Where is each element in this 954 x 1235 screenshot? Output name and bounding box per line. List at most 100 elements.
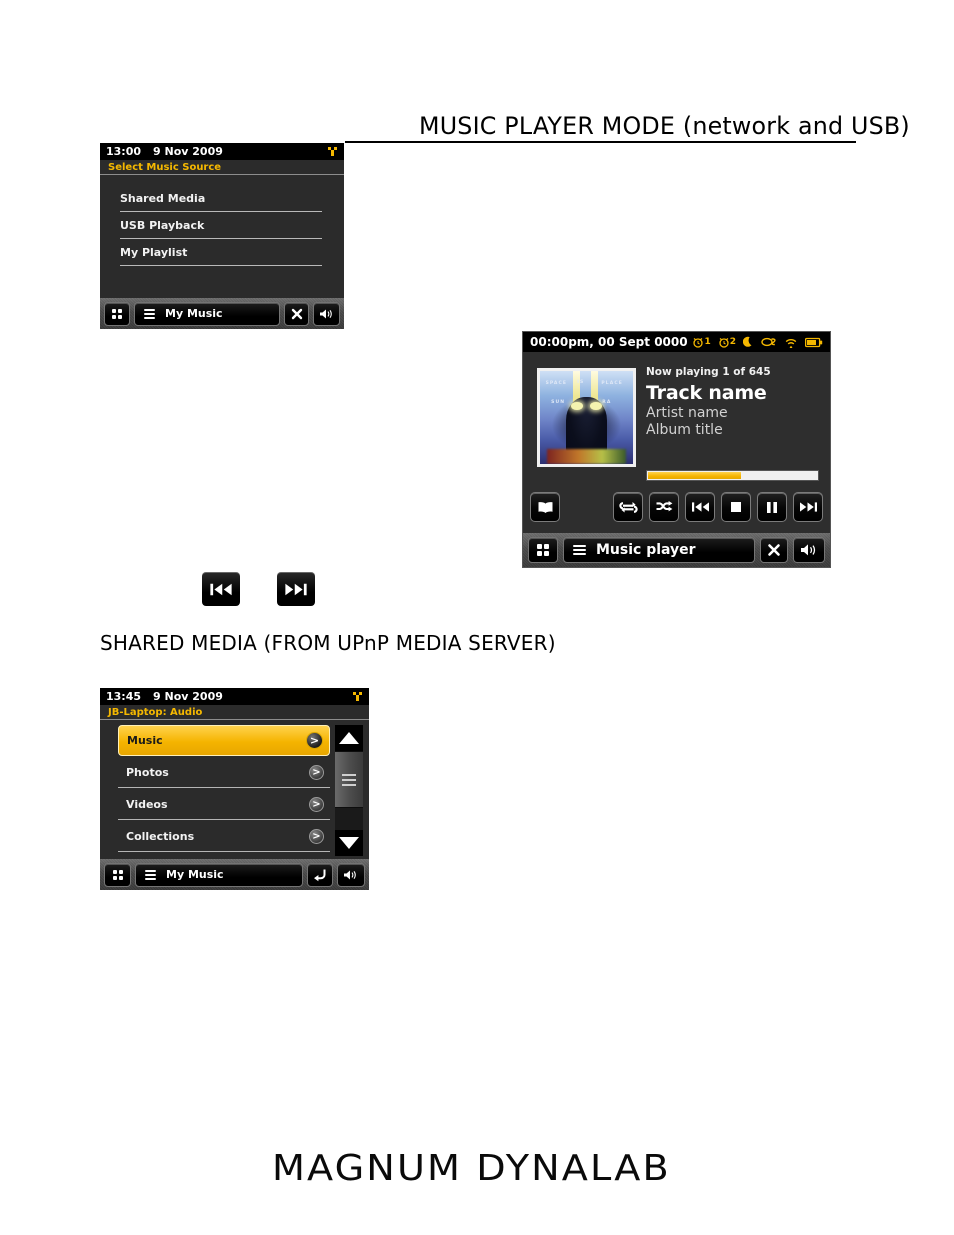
shared-media-screen: 13:45 9 Nov 2009 JB-Laptop: Audio Music … — [100, 688, 369, 890]
close-button[interactable] — [760, 537, 788, 563]
pause-button[interactable] — [757, 492, 787, 522]
list-item-collections[interactable]: Collections > — [118, 821, 330, 852]
list-item-label: Collections — [126, 830, 195, 843]
open-book-icon — [537, 501, 554, 514]
track-title: Track name — [646, 382, 767, 404]
status-icons — [327, 146, 338, 157]
browse-book-button[interactable] — [530, 492, 560, 522]
hamburger-menu-icon — [573, 545, 586, 555]
list-item-label: Shared Media — [120, 192, 206, 205]
toolbar-title-label: My Music — [166, 868, 224, 881]
list-item[interactable]: USB Playback — [120, 212, 322, 239]
row-divider — [120, 265, 322, 266]
list-item-videos[interactable]: Videos > — [118, 789, 330, 820]
snooze-icon — [761, 336, 777, 348]
artist-name: Artist name — [646, 405, 728, 421]
stop-button[interactable] — [721, 492, 751, 522]
toolbar-title-label: My Music — [165, 307, 223, 320]
skip-back-icon — [209, 582, 233, 597]
pause-icon — [766, 501, 778, 514]
home-grid-button[interactable] — [104, 301, 130, 326]
close-button[interactable] — [284, 301, 309, 326]
list-item-label: USB Playback — [120, 219, 205, 232]
album-art-text: SUN — [551, 399, 566, 405]
playback-progress-bar[interactable] — [646, 470, 819, 481]
previous-track-button[interactable] — [685, 492, 715, 522]
grid-four-dots-icon — [112, 869, 123, 880]
transport-controls — [523, 490, 830, 524]
status-time: 13:45 — [106, 690, 142, 703]
album-art-text: IS — [577, 380, 585, 386]
stop-square-icon — [730, 501, 742, 513]
toolbar-title-button[interactable]: Music player — [563, 537, 755, 563]
skip-back-icon — [691, 501, 710, 513]
section-title: SHARED MEDIA (FROM UPnP MEDIA SERVER) — [100, 631, 556, 655]
status-date: 9 Nov 2009 — [153, 145, 223, 158]
music-player-screen: 00:00pm, 00 Sept 0000 1 2 SPACE IS PLACE… — [522, 331, 831, 568]
row-divider — [118, 787, 330, 788]
grid-four-dots-icon — [537, 544, 549, 556]
scroll-up-button[interactable] — [335, 725, 363, 751]
chevron-right-icon: > — [309, 797, 324, 812]
track-info: Now playing 1 of 645 Track name Artist n… — [646, 366, 818, 438]
scroll-up-arrow-icon — [339, 732, 359, 744]
toolbar-title-button[interactable]: My Music — [135, 862, 303, 887]
list-item[interactable]: Shared Media — [120, 185, 322, 212]
toolbar-title-button[interactable]: My Music — [134, 301, 280, 326]
scroll-track[interactable] — [335, 808, 363, 830]
status-icons: 1 2 — [692, 336, 823, 348]
list-item-photos[interactable]: Photos > — [118, 757, 330, 788]
list-item-label: Music — [127, 734, 163, 747]
next-track-button[interactable] — [793, 492, 823, 522]
next-track-button[interactable] — [277, 572, 315, 606]
hamburger-menu-icon — [144, 308, 155, 319]
list-item-music[interactable]: Music > — [118, 725, 330, 756]
bottom-toolbar: My Music — [100, 859, 369, 890]
list-item[interactable]: My Playlist — [120, 239, 322, 266]
status-bar: 13:00 9 Nov 2009 — [100, 143, 344, 160]
album-art-text: SPACE — [545, 381, 568, 387]
shuffle-icon — [655, 500, 674, 514]
screen-title: Select Music Source — [100, 160, 344, 175]
repeat-icon — [618, 500, 638, 514]
speaker-volume-icon — [343, 869, 359, 881]
status-icons — [352, 691, 363, 702]
home-grid-button[interactable] — [528, 537, 558, 563]
progress-fill — [648, 472, 741, 479]
scroll-down-button[interactable] — [335, 830, 363, 856]
volume-button[interactable] — [313, 301, 340, 326]
chevron-right-icon: > — [306, 732, 323, 749]
sleep-moon-icon — [743, 336, 754, 348]
scroll-thumb[interactable] — [335, 752, 363, 807]
list-item-label: Photos — [126, 766, 169, 779]
speaker-volume-icon — [319, 308, 335, 320]
toolbar-title-label: Music player — [596, 542, 696, 558]
album-art-eye — [570, 401, 583, 411]
bottom-toolbar: My Music — [100, 298, 344, 329]
album-art-thumbnail[interactable]: SPACE IS PLACE SUN RA — [537, 368, 636, 467]
shared-media-list: Music > Photos > Videos > Collections > — [118, 725, 330, 856]
volume-button[interactable] — [793, 537, 825, 563]
back-button[interactable] — [307, 862, 333, 887]
album-title: Album title — [646, 422, 723, 438]
previous-track-button[interactable] — [202, 572, 240, 606]
screen-title: JB-Laptop: Audio — [100, 705, 369, 720]
album-art-text: RA — [602, 399, 612, 405]
scrollbar[interactable] — [335, 725, 363, 856]
status-bar: 00:00pm, 00 Sept 0000 1 2 — [523, 332, 830, 352]
alarm-1-icon: 1 — [692, 336, 711, 348]
scroll-thumb-grip-icon — [342, 783, 356, 786]
row-divider — [118, 851, 330, 852]
repeat-button[interactable] — [613, 492, 643, 522]
volume-button[interactable] — [337, 862, 365, 887]
shuffle-button[interactable] — [649, 492, 679, 522]
chevron-right-icon: > — [309, 829, 324, 844]
status-time: 13:00 — [106, 145, 142, 158]
source-list: Shared Media USB Playback My Playlist — [100, 175, 344, 266]
album-art-base — [547, 449, 626, 464]
page-title: MUSIC PLAYER MODE (network and USB) — [419, 112, 910, 140]
home-grid-button[interactable] — [104, 862, 131, 887]
select-music-source-screen: 13:00 9 Nov 2009 Select Music Source Sha… — [100, 143, 344, 329]
close-x-icon — [767, 543, 781, 557]
status-bar: 13:45 9 Nov 2009 — [100, 688, 369, 705]
